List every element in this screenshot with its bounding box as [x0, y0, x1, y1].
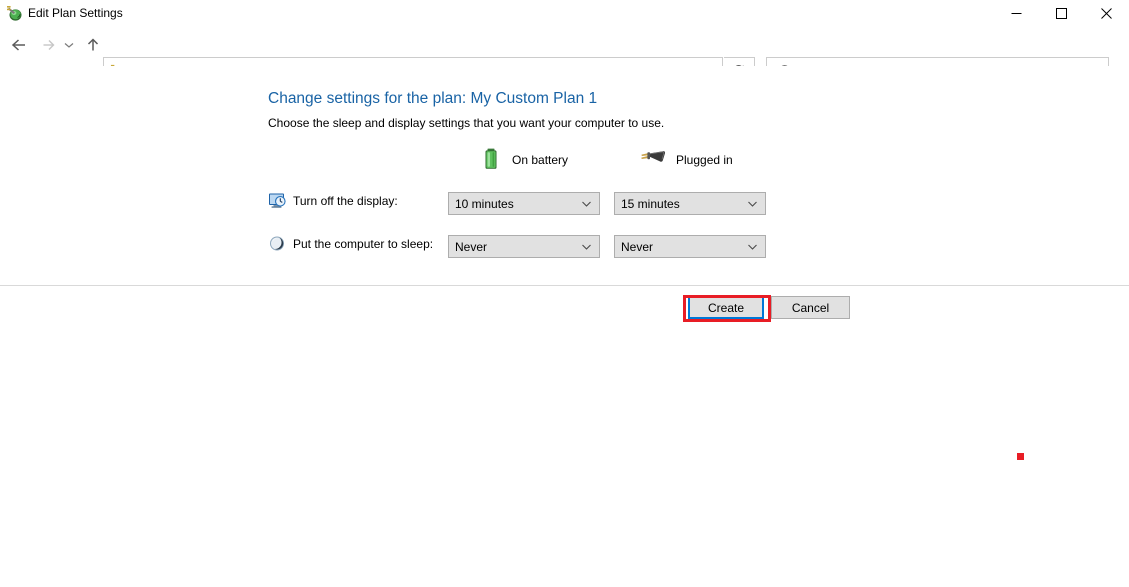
create-button[interactable]: Create [688, 296, 764, 319]
page-subtitle: Choose the sleep and display settings th… [268, 116, 665, 130]
chevron-down-icon [747, 200, 758, 208]
back-button[interactable] [6, 32, 32, 60]
forward-button [36, 32, 62, 60]
arrow-right-icon [41, 37, 57, 56]
setting-label-turn-off-display: Turn off the display: [293, 194, 398, 208]
combo-turn-off-display-plugged[interactable]: 15 minutes [614, 192, 766, 215]
sleep-moon-icon [268, 234, 287, 253]
power-plug-icon [636, 148, 666, 173]
battery-icon [480, 147, 502, 174]
annotation-marker-dot [1017, 453, 1024, 460]
chevron-down-icon [63, 39, 75, 53]
recent-locations-button[interactable] [60, 32, 78, 60]
monitor-clock-icon [268, 191, 287, 210]
combo-sleep-battery[interactable]: Never [448, 235, 600, 258]
navigation-bar: › Control Panel › All Control Panel Item… [0, 26, 1129, 85]
chevron-down-icon [747, 243, 758, 251]
column-label-plugged-in: Plugged in [676, 153, 733, 167]
arrow-up-icon [85, 37, 101, 56]
setting-label-put-computer-to-sleep: Put the computer to sleep: [293, 237, 434, 251]
minimize-button[interactable] [994, 0, 1039, 26]
close-button[interactable] [1084, 0, 1129, 26]
page-title: Change settings for the plan: My Custom … [268, 90, 598, 107]
combo-value: Never [621, 239, 654, 254]
column-label-on-battery: On battery [512, 153, 569, 167]
chevron-down-icon [581, 200, 592, 208]
column-header-on-battery: On battery [480, 147, 568, 173]
combo-value: 10 minutes [455, 196, 514, 211]
title-bar: Edit Plan Settings [0, 0, 1129, 26]
combo-turn-off-display-battery[interactable]: 10 minutes [448, 192, 600, 215]
combo-value: 15 minutes [621, 196, 680, 211]
button-bar: Create Cancel [0, 286, 1129, 331]
window-title: Edit Plan Settings [28, 6, 123, 20]
main-content: Change settings for the plan: My Custom … [0, 66, 1129, 285]
cancel-button[interactable]: Cancel [771, 296, 850, 319]
column-header-plugged-in: Plugged in [636, 147, 733, 173]
up-button[interactable] [80, 32, 106, 60]
maximize-button[interactable] [1039, 0, 1084, 26]
arrow-left-icon [10, 37, 28, 56]
chevron-down-icon [581, 243, 592, 251]
combo-sleep-plugged[interactable]: Never [614, 235, 766, 258]
combo-value: Never [455, 239, 488, 254]
window-controls [994, 0, 1129, 26]
power-options-icon [6, 4, 24, 22]
